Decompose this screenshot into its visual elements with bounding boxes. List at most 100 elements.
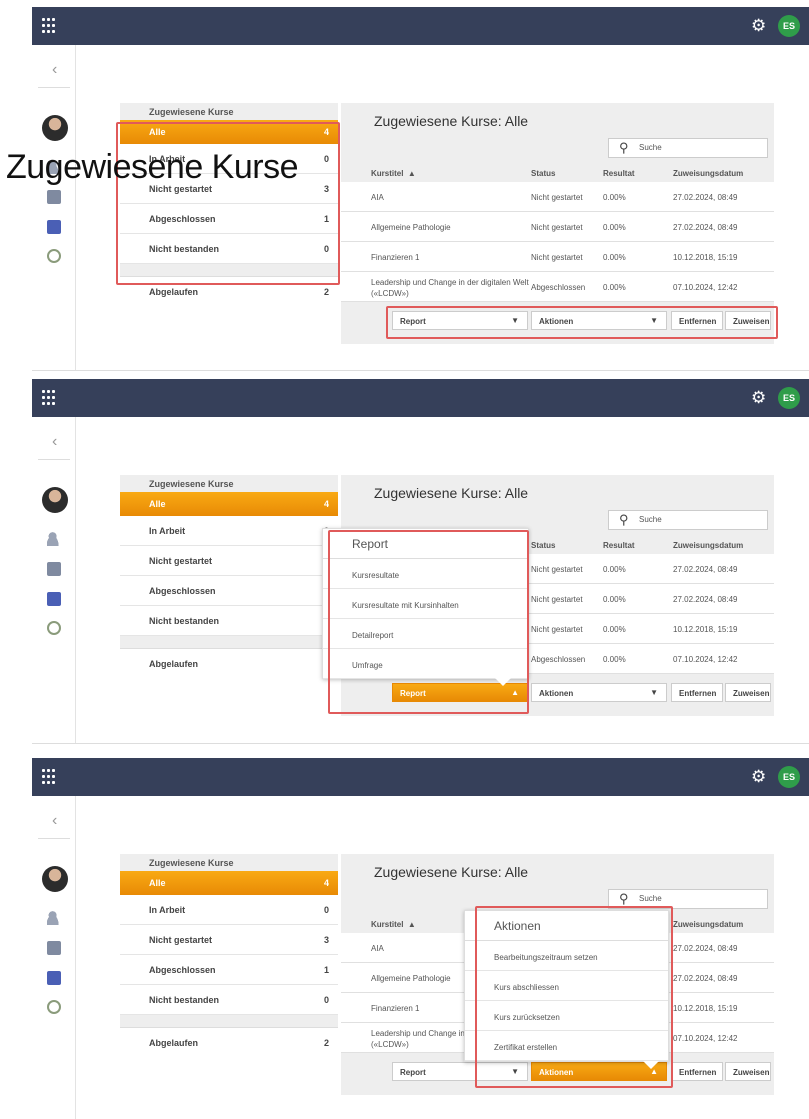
cell-result: 0.00% bbox=[603, 595, 626, 604]
assign-button[interactable]: Zuweisen bbox=[725, 683, 771, 702]
search-icon: ⚲ bbox=[619, 140, 629, 155]
filter-completed[interactable]: Abgeschlossen1 bbox=[120, 955, 338, 985]
filter-completed[interactable]: Abgeschlossen1 bbox=[120, 576, 338, 606]
award-icon[interactable] bbox=[47, 621, 61, 635]
avatar[interactable] bbox=[42, 487, 68, 513]
filter-panel: Zugewiesene Kurse Alle 4 In Arbeit0 Nicht… bbox=[120, 475, 338, 678]
user-search-icon[interactable] bbox=[47, 911, 61, 925]
column-header-status[interactable]: Status bbox=[531, 169, 555, 178]
filter-count: 0 bbox=[323, 995, 329, 1005]
table-row[interactable]: Allgemeine Pathologie Nicht gestartet 0.00… bbox=[341, 212, 774, 242]
filter-in-progress[interactable]: In Arbeit0 bbox=[120, 895, 338, 925]
filter-failed[interactable]: Nicht bestanden0 bbox=[120, 985, 338, 1015]
column-header-date[interactable]: Zuweisungsdatum bbox=[673, 920, 743, 929]
avatar[interactable] bbox=[42, 115, 68, 141]
cell-date: 27.02.2024, 08:49 bbox=[673, 193, 738, 202]
top-bar: ⚙ ES bbox=[32, 7, 809, 45]
avatar[interactable] bbox=[42, 866, 68, 892]
cell-result: 0.00% bbox=[603, 193, 626, 202]
app-grid-icon[interactable] bbox=[42, 769, 58, 785]
courses-icon[interactable] bbox=[47, 971, 61, 985]
chevron-down-icon: ▼ bbox=[650, 688, 658, 697]
actions-dropdown[interactable]: Aktionen ▼ bbox=[531, 683, 667, 702]
search-input[interactable]: ⚲ Suche bbox=[608, 510, 768, 530]
column-header-result[interactable]: Resultat bbox=[603, 169, 635, 178]
filter-label: Nicht bestanden bbox=[149, 616, 220, 626]
cell-date: 07.10.2024, 12:42 bbox=[673, 1034, 738, 1043]
screenshot-2: ⚙ ES ‹ Zugewiesene Kurse Alle 4 In Arbeit… bbox=[32, 379, 809, 744]
filter-panel-header: Zugewiesene Kurse bbox=[120, 475, 338, 492]
courses-icon[interactable] bbox=[47, 220, 61, 234]
cell-title: Allgemeine Pathologie bbox=[371, 974, 451, 983]
table-row[interactable]: AIA Nicht gestartet 0.00% 27.02.2024, 08:49 bbox=[341, 182, 774, 212]
cell-date: 27.02.2024, 08:49 bbox=[673, 974, 738, 983]
gear-icon[interactable]: ⚙ bbox=[751, 16, 766, 36]
cell-date: 27.02.2024, 08:49 bbox=[673, 595, 738, 604]
filter-count: 1 bbox=[323, 965, 329, 975]
chevron-left-icon[interactable]: ‹ bbox=[52, 433, 57, 451]
column-header-title[interactable]: Kurstitel ▲ bbox=[371, 169, 416, 178]
search-placeholder: Suche bbox=[639, 143, 662, 152]
remove-button[interactable]: Entfernen bbox=[671, 683, 723, 702]
filter-count: 2 bbox=[323, 287, 329, 297]
user-badge[interactable]: ES bbox=[778, 766, 800, 788]
column-header-status[interactable]: Status bbox=[531, 541, 555, 550]
left-nav: ‹ bbox=[32, 45, 76, 370]
folder-icon[interactable] bbox=[47, 941, 61, 955]
cell-title: Leadership und Change in der digitalen W… bbox=[371, 278, 529, 298]
filter-not-started[interactable]: Nicht gestartet3 bbox=[120, 546, 338, 576]
column-header-title[interactable]: Kurstitel ▲ bbox=[371, 920, 416, 929]
filter-all[interactable]: Alle 4 bbox=[120, 492, 338, 516]
user-badge[interactable]: ES bbox=[778, 15, 800, 37]
app-grid-icon[interactable] bbox=[42, 18, 58, 34]
filter-expired[interactable]: Abgelaufen 2 bbox=[120, 1027, 338, 1057]
gear-icon[interactable]: ⚙ bbox=[751, 388, 766, 408]
column-header-date[interactable]: Zuweisungsdatum bbox=[673, 541, 743, 550]
filter-all[interactable]: Alle 4 bbox=[120, 871, 338, 895]
column-header-date[interactable]: Zuweisungsdatum bbox=[673, 169, 743, 178]
award-icon[interactable] bbox=[47, 249, 61, 263]
filter-label: Abgelaufen bbox=[149, 659, 199, 669]
cell-result: 0.00% bbox=[603, 655, 626, 664]
table-row[interactable]: Leadership und Change in der digitalen W… bbox=[341, 272, 774, 302]
app-grid-icon[interactable] bbox=[42, 390, 58, 406]
filter-in-progress[interactable]: In Arbeit0 bbox=[120, 516, 338, 546]
remove-button[interactable]: Entfernen bbox=[671, 1062, 723, 1081]
cell-title: Finanzieren 1 bbox=[371, 253, 420, 262]
search-input[interactable]: ⚲ Suche bbox=[608, 138, 768, 158]
filter-expired[interactable]: Abgelaufen2 bbox=[120, 648, 338, 678]
table-row[interactable]: Finanzieren 1 Nicht gestartet 0.00% 10.12.2… bbox=[341, 242, 774, 272]
top-bar: ⚙ ES bbox=[32, 379, 809, 417]
filter-panel-header: Zugewiesene Kurse bbox=[120, 854, 338, 871]
cell-title: Allgemeine Pathologie bbox=[371, 223, 451, 232]
page-title: Zugewiesene Kurse: Alle bbox=[374, 485, 529, 501]
user-search-icon[interactable] bbox=[47, 532, 61, 546]
courses-icon[interactable] bbox=[47, 592, 61, 606]
cell-result: 0.00% bbox=[603, 223, 626, 232]
cell-date: 10.12.2018, 15:19 bbox=[673, 1004, 738, 1013]
filter-label: Abgelaufen bbox=[149, 1038, 199, 1048]
filter-not-started[interactable]: Nicht gestartet3 bbox=[120, 925, 338, 955]
highlight-filter bbox=[116, 122, 340, 285]
user-badge[interactable]: ES bbox=[778, 387, 800, 409]
filter-count: 3 bbox=[323, 935, 329, 945]
filter-failed[interactable]: Nicht bestanden0 bbox=[120, 606, 338, 636]
folder-icon[interactable] bbox=[47, 562, 61, 576]
page-title: Zugewiesene Kurse: Alle bbox=[374, 113, 529, 129]
chevron-left-icon[interactable]: ‹ bbox=[52, 812, 57, 830]
overlay-caption: Zugewiesene Kurse bbox=[6, 148, 299, 186]
cell-status: Nicht gestartet bbox=[531, 625, 583, 634]
filter-count: 2 bbox=[323, 1038, 329, 1048]
folder-icon[interactable] bbox=[47, 190, 61, 204]
search-icon: ⚲ bbox=[619, 512, 629, 527]
assign-button[interactable]: Zuweisen bbox=[725, 1062, 771, 1081]
gear-icon[interactable]: ⚙ bbox=[751, 767, 766, 787]
divider bbox=[38, 87, 70, 88]
column-header-result[interactable]: Resultat bbox=[603, 541, 635, 550]
chevron-left-icon[interactable]: ‹ bbox=[52, 61, 57, 79]
filter-panel-header: Zugewiesene Kurse bbox=[120, 103, 338, 120]
filter-label: Abgeschlossen bbox=[149, 586, 216, 596]
cell-status: Nicht gestartet bbox=[531, 595, 583, 604]
award-icon[interactable] bbox=[47, 1000, 61, 1014]
filter-count: 4 bbox=[323, 499, 329, 509]
